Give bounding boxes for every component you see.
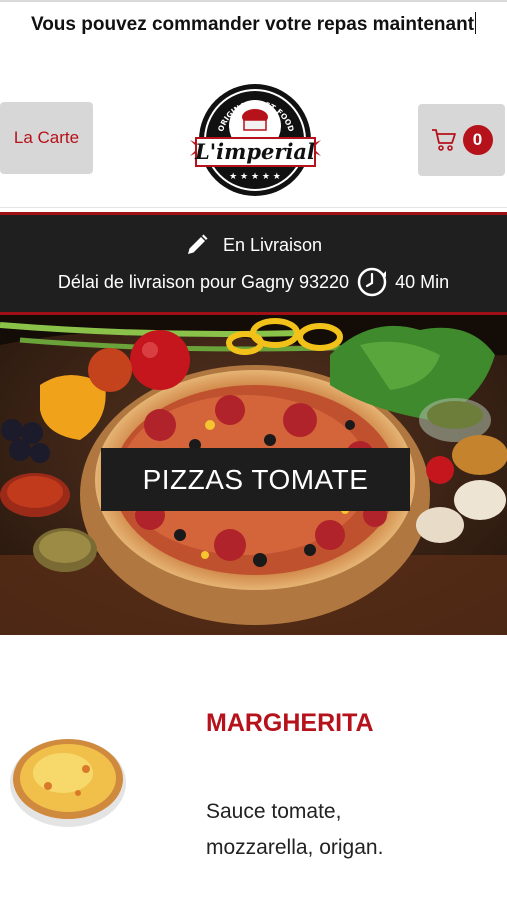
delivery-mode-label: En Livraison: [222, 234, 323, 255]
clock-icon: [357, 267, 387, 297]
text-caret: [475, 12, 477, 34]
pencil-icon: [187, 234, 208, 254]
delivery-delay-row: Délai de livraison pour Gagny 93220 40 M…: [0, 265, 507, 299]
delivery-info-band: En Livraison Délai de livraison pour Gag…: [0, 212, 507, 315]
delivery-mode-row[interactable]: En Livraison: [0, 233, 507, 257]
cart-button[interactable]: 0: [418, 104, 505, 176]
category-hero-banner: PIZZAS TOMATE: [0, 315, 507, 635]
order-announcement: Vous pouvez commander votre repas mainte…: [0, 12, 507, 36]
delivery-delay-value: 40 Min: [395, 271, 450, 292]
category-title: PIZZAS TOMATE: [101, 448, 410, 511]
product-name[interactable]: MARGHERITA: [206, 709, 374, 738]
logo-emblem: ORIGINAL FAST FOOD L'imperial ★ ★ ★ ★ ★: [190, 84, 321, 196]
svg-text:★ ★ ★ ★ ★: ★ ★ ★ ★ ★: [229, 172, 281, 182]
cart-count-badge: 0: [462, 125, 493, 155]
la-carte-button[interactable]: La Carte: [0, 102, 93, 174]
delivery-delay-label: Délai de livraison pour Gagny 93220: [57, 271, 350, 292]
product-card[interactable]: MARGHERITA Sauce tomate, mozzarella, ori…: [0, 636, 507, 900]
la-carte-label: La Carte: [13, 128, 80, 147]
product-description: Sauce tomate, mozzarella, origan.: [206, 800, 384, 859]
header-divider: [0, 207, 507, 208]
margherita-image: [10, 739, 126, 827]
logo-brand-text: L'imperial: [194, 139, 315, 164]
announcement-text: Vous pouvez commander votre repas mainte…: [30, 14, 475, 35]
top-divider: [0, 0, 507, 2]
brand-logo[interactable]: ORIGINAL FAST FOOD L'imperial ★ ★ ★ ★ ★: [188, 82, 323, 200]
cart-icon: [431, 129, 456, 151]
